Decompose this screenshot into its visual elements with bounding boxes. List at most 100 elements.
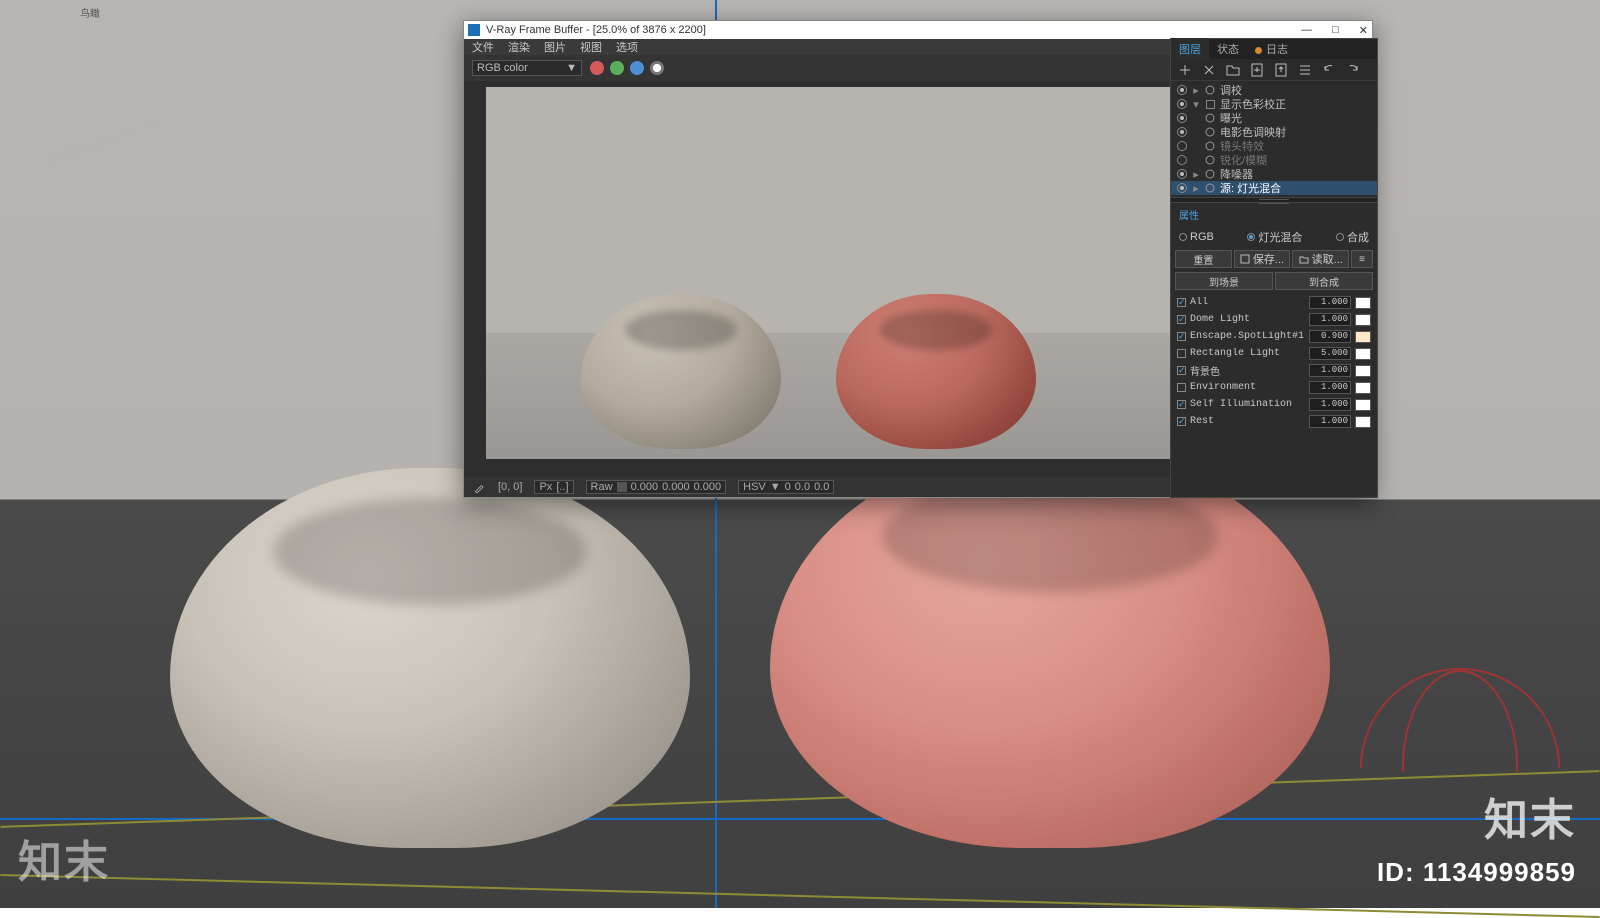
add-layer-icon[interactable] bbox=[1177, 62, 1193, 78]
redo-icon[interactable] bbox=[1345, 62, 1361, 78]
visibility-toggle-icon[interactable] bbox=[1177, 141, 1187, 151]
window-titlebar[interactable]: V-Ray Frame Buffer - [25.0% of 3876 x 22… bbox=[464, 21, 1372, 39]
light-color-swatch[interactable] bbox=[1355, 365, 1371, 377]
light-color-swatch[interactable] bbox=[1355, 297, 1371, 309]
layer-row[interactable]: 电影色调映射 bbox=[1171, 125, 1377, 139]
light-enable-checkbox[interactable] bbox=[1177, 298, 1186, 307]
light-row[interactable]: Rest 1.000 bbox=[1171, 413, 1377, 430]
layer-list-icon[interactable] bbox=[1297, 62, 1313, 78]
folder-icon[interactable] bbox=[1225, 62, 1241, 78]
menu-file[interactable]: 文件 bbox=[472, 39, 494, 55]
light-multiplier-input[interactable]: 1.000 bbox=[1309, 364, 1351, 377]
dome-light-gizmo[interactable] bbox=[1360, 668, 1560, 768]
light-enable-checkbox[interactable] bbox=[1177, 417, 1186, 426]
save-button[interactable]: 保存... bbox=[1234, 250, 1291, 268]
load-preset-icon[interactable] bbox=[1273, 62, 1289, 78]
close-button[interactable]: ✕ bbox=[1359, 24, 1368, 37]
fold-arrow-icon[interactable]: ▸ bbox=[1192, 168, 1200, 181]
fold-arrow-icon[interactable]: ▾ bbox=[1192, 98, 1200, 111]
light-multiplier-input[interactable]: 1.000 bbox=[1309, 415, 1351, 428]
layer-type-icon bbox=[1205, 113, 1215, 123]
visibility-toggle-icon[interactable] bbox=[1177, 99, 1187, 109]
light-row[interactable]: Self Illumination1.000 bbox=[1171, 396, 1377, 413]
light-enable-checkbox[interactable] bbox=[1177, 349, 1186, 358]
channel-blue-icon[interactable] bbox=[630, 61, 644, 75]
layer-type-icon bbox=[1205, 99, 1215, 109]
light-enable-checkbox[interactable] bbox=[1177, 366, 1186, 375]
light-multiplier-input[interactable]: 1.000 bbox=[1309, 296, 1351, 309]
menu-view[interactable]: 视图 bbox=[580, 39, 602, 55]
reset-button[interactable]: 重置 bbox=[1175, 250, 1232, 268]
mesh-beanbag-red[interactable] bbox=[770, 448, 1330, 848]
light-multiplier-input[interactable]: 5.000 bbox=[1309, 347, 1351, 360]
light-row[interactable]: Environment1.000 bbox=[1171, 379, 1377, 396]
layer-row[interactable]: ▾显示色彩校正 bbox=[1171, 97, 1377, 111]
tab-layers[interactable]: 图层 bbox=[1171, 38, 1209, 60]
light-multiplier-input[interactable]: 1.000 bbox=[1309, 381, 1351, 394]
layer-row[interactable]: 曝光 bbox=[1171, 111, 1377, 125]
visibility-toggle-icon[interactable] bbox=[1177, 155, 1187, 165]
delete-layer-icon[interactable] bbox=[1201, 62, 1217, 78]
tab-log[interactable]: 日志 bbox=[1247, 38, 1296, 60]
light-color-swatch[interactable] bbox=[1355, 331, 1371, 343]
light-enable-checkbox[interactable] bbox=[1177, 332, 1186, 341]
channel-red-icon[interactable] bbox=[590, 61, 604, 75]
light-row[interactable]: All1.000 bbox=[1171, 294, 1377, 311]
light-row[interactable]: Enscape.SpotLight#10.900 bbox=[1171, 328, 1377, 345]
mode-lightmix[interactable]: 灯光混合 bbox=[1247, 229, 1302, 245]
light-multiplier-input[interactable]: 1.000 bbox=[1309, 313, 1351, 326]
visibility-toggle-icon[interactable] bbox=[1177, 183, 1187, 193]
light-color-swatch[interactable] bbox=[1355, 399, 1371, 411]
light-row[interactable]: Rectangle Light5.000 bbox=[1171, 345, 1377, 362]
layer-row[interactable]: ▸源: 灯光混合 bbox=[1171, 181, 1377, 195]
fold-arrow-icon[interactable]: ▸ bbox=[1192, 84, 1200, 97]
layer-row[interactable]: ▸调校 bbox=[1171, 83, 1377, 97]
light-enable-checkbox[interactable] bbox=[1177, 400, 1186, 409]
menu-render[interactable]: 渲染 bbox=[508, 39, 530, 55]
visibility-toggle-icon[interactable] bbox=[1177, 127, 1187, 137]
visibility-toggle-icon[interactable] bbox=[1177, 85, 1187, 95]
layer-list[interactable]: ▸调校▾显示色彩校正曝光电影色调映射镜头特效锐化/模糊▸降噪器▸源: 灯光混合 bbox=[1171, 81, 1377, 197]
save-icon bbox=[1240, 254, 1250, 264]
mode-rgb[interactable]: RGB bbox=[1179, 231, 1214, 243]
tab-status[interactable]: 状态 bbox=[1209, 38, 1247, 60]
light-color-swatch[interactable] bbox=[1355, 348, 1371, 360]
channel-green-icon[interactable] bbox=[610, 61, 624, 75]
visibility-toggle-icon[interactable] bbox=[1177, 113, 1187, 123]
channel-select[interactable]: RGB color▼ bbox=[472, 60, 582, 76]
load-button[interactable]: 读取... bbox=[1292, 250, 1349, 268]
light-color-swatch[interactable] bbox=[1355, 382, 1371, 394]
light-color-swatch[interactable] bbox=[1355, 416, 1371, 428]
light-color-swatch[interactable] bbox=[1355, 314, 1371, 326]
mode-composite[interactable]: 合成 bbox=[1336, 229, 1369, 245]
undo-icon[interactable] bbox=[1321, 62, 1337, 78]
pick-color-icon[interactable] bbox=[474, 481, 486, 493]
window-title: V-Ray Frame Buffer - [25.0% of 3876 x 22… bbox=[486, 24, 706, 36]
channel-alpha-icon[interactable] bbox=[650, 61, 664, 75]
vfb-side-panel: 图层 状态 日志 ▸调校▾显示色彩校正曝光电影色调映射镜头特效锐化/模糊▸降噪器… bbox=[1170, 38, 1378, 498]
layer-row[interactable]: 镜头特效 bbox=[1171, 139, 1377, 153]
light-row[interactable]: Dome Light1.000 bbox=[1171, 311, 1377, 328]
save-preset-icon[interactable] bbox=[1249, 62, 1265, 78]
visibility-toggle-icon[interactable] bbox=[1177, 169, 1187, 179]
minimize-button[interactable]: — bbox=[1301, 24, 1312, 37]
maximize-button[interactable]: □ bbox=[1332, 24, 1339, 37]
panel-splitter[interactable] bbox=[1171, 197, 1377, 203]
to-composite-button[interactable]: 到合成 bbox=[1275, 272, 1373, 290]
light-enable-checkbox[interactable] bbox=[1177, 315, 1186, 324]
light-row[interactable]: 背景色1.000 bbox=[1171, 362, 1377, 379]
menu-options[interactable]: 选项 bbox=[616, 39, 638, 55]
to-scene-button[interactable]: 到场景 bbox=[1175, 272, 1273, 290]
layer-row[interactable]: 锐化/模糊 bbox=[1171, 153, 1377, 167]
preset-menu-button[interactable]: ≡ bbox=[1351, 250, 1373, 268]
light-enable-checkbox[interactable] bbox=[1177, 383, 1186, 392]
light-multiplier-input[interactable]: 0.900 bbox=[1309, 330, 1351, 343]
layer-row[interactable]: ▸降噪器 bbox=[1171, 167, 1377, 181]
layer-type-icon bbox=[1205, 169, 1215, 179]
light-mix-list[interactable]: All1.000Dome Light1.000Enscape.SpotLight… bbox=[1171, 292, 1377, 432]
menu-image[interactable]: 图片 bbox=[544, 39, 566, 55]
light-name: Rest bbox=[1190, 416, 1305, 427]
light-multiplier-input[interactable]: 1.000 bbox=[1309, 398, 1351, 411]
fold-arrow-icon[interactable]: ▸ bbox=[1192, 182, 1200, 195]
mesh-beanbag-grey[interactable] bbox=[170, 468, 690, 848]
